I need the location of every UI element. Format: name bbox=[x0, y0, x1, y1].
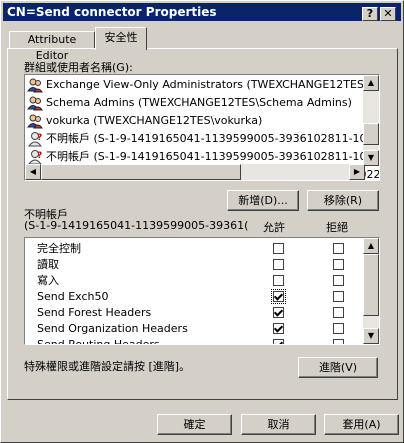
deny-checkbox[interactable] bbox=[333, 339, 344, 344]
principals-list[interactable]: Exchange View-Only Administrators (TWEXC… bbox=[24, 74, 380, 181]
permission-row: Send Forest Headers bbox=[25, 305, 365, 321]
user-group-icon bbox=[27, 113, 43, 129]
dialog-window: CN=Send connector Properties ? ✕ Attribu… bbox=[0, 0, 404, 443]
permission-row: 完全控制 bbox=[25, 241, 365, 257]
add-button[interactable]: 新增(D)... bbox=[227, 190, 299, 211]
hscroll-thumb[interactable] bbox=[41, 164, 241, 180]
advanced-note: 特殊權限或進階設定請按 [進階]。 bbox=[24, 360, 191, 373]
title-bar: CN=Send connector Properties ? ✕ bbox=[3, 3, 401, 21]
permission-label: 讀取 bbox=[37, 258, 59, 271]
tab-security[interactable]: 安全性 bbox=[95, 27, 147, 50]
allow-checkbox[interactable] bbox=[273, 307, 284, 318]
deny-checkbox[interactable] bbox=[333, 323, 344, 334]
principal-label: 不明帳戶 (S-1-9-1419165041-1139599005-393610… bbox=[46, 132, 380, 145]
permission-label: Send Forest Headers bbox=[37, 306, 152, 319]
cancel-button[interactable]: 取消 bbox=[241, 414, 316, 435]
ok-button[interactable]: 確定 bbox=[157, 414, 232, 435]
scroll-left-icon[interactable]: ◀ bbox=[25, 164, 41, 180]
user-group-icon bbox=[27, 95, 43, 111]
help-button[interactable]: ? bbox=[362, 7, 378, 21]
user-group-icon: ? bbox=[27, 131, 43, 147]
permission-row: 寫入 bbox=[25, 273, 365, 289]
deny-checkbox[interactable] bbox=[333, 275, 344, 286]
perm-scroll-up-icon[interactable]: ▲ bbox=[363, 238, 379, 254]
tab-attribute-editor[interactable]: Attribute Editor bbox=[9, 31, 95, 62]
permission-label: Send Exch50 bbox=[37, 290, 109, 303]
permission-label: 完全控制 bbox=[37, 242, 81, 255]
scroll-thumb[interactable] bbox=[363, 123, 379, 145]
scroll-right-icon[interactable]: ▶ bbox=[349, 164, 365, 180]
group-user-label: 群組或使用者名稱(G): bbox=[24, 61, 133, 74]
selected-principal-sid: (S-1-9-1419165041-1139599005-39361( bbox=[24, 219, 249, 232]
permissions-list: 完全控制讀取寫入 Send Exch50 Send Forest Headers Se… bbox=[24, 237, 380, 345]
principal-label: vokurka (TWEXCHANGE12TES\vokurka) bbox=[46, 114, 263, 127]
perm-scroll-down-icon[interactable]: ▼ bbox=[363, 328, 379, 344]
user-group-icon: ? bbox=[27, 149, 43, 165]
allow-checkbox[interactable] bbox=[273, 243, 284, 254]
permission-label: Send Routing Headers bbox=[37, 338, 160, 345]
deny-checkbox[interactable] bbox=[333, 243, 344, 254]
principal-item[interactable]: ? 不明帳戶 (S-1-9-1419165041-1139599005-39361… bbox=[27, 129, 380, 148]
permission-row: Send Organization Headers bbox=[25, 321, 365, 337]
list-vertical-scrollbar[interactable]: ▲ ▼ bbox=[363, 75, 379, 166]
close-button[interactable]: ✕ bbox=[380, 7, 396, 21]
principal-item[interactable]: vokurka (TWEXCHANGE12TES\vokurka) bbox=[27, 111, 262, 130]
deny-checkbox[interactable] bbox=[333, 259, 344, 270]
svg-text:?: ? bbox=[37, 151, 42, 161]
principal-item[interactable]: Schema Admins (TWEXCHANGE12TES\Schema Ad… bbox=[27, 93, 352, 112]
allow-header: 允許 bbox=[263, 221, 285, 234]
svg-text:?: ? bbox=[37, 133, 42, 143]
permission-row: 讀取 bbox=[25, 257, 365, 273]
allow-checkbox[interactable] bbox=[271, 289, 286, 304]
permission-row: Send Routing Headers bbox=[25, 337, 365, 345]
permission-label: Send Organization Headers bbox=[37, 322, 188, 335]
deny-header: 拒絕 bbox=[326, 221, 348, 234]
allow-checkbox[interactable] bbox=[273, 323, 284, 334]
scroll-up-icon[interactable]: ▲ bbox=[363, 75, 379, 91]
user-group-icon bbox=[27, 77, 43, 93]
perm-vertical-scrollbar[interactable]: ▲ ▼ bbox=[363, 238, 379, 344]
advanced-button[interactable]: 進階(V) bbox=[298, 357, 378, 378]
perm-scroll-thumb[interactable] bbox=[363, 254, 379, 316]
principal-label: Schema Admins (TWEXCHANGE12TES\Schema Ad… bbox=[46, 96, 352, 109]
permission-label: 寫入 bbox=[37, 274, 59, 287]
allow-checkbox[interactable] bbox=[273, 275, 284, 286]
deny-checkbox[interactable] bbox=[333, 307, 344, 318]
list-horizontal-scrollbar[interactable]: ◀ ▶ bbox=[25, 164, 365, 180]
window-title: CN=Send connector Properties bbox=[7, 5, 217, 19]
principal-label: 不明帳戶 (S-1-9-1419165041-1139599005-393610… bbox=[46, 150, 380, 163]
deny-checkbox[interactable] bbox=[333, 291, 344, 302]
remove-button[interactable]: 移除(R) bbox=[307, 190, 379, 211]
apply-button[interactable]: 套用(A) bbox=[324, 414, 399, 435]
allow-checkbox[interactable] bbox=[273, 339, 284, 344]
principal-label: Exchange View-Only Administrators (TWEXC… bbox=[46, 78, 380, 91]
principal-item[interactable]: Exchange View-Only Administrators (TWEXC… bbox=[27, 75, 380, 94]
scroll-down-icon[interactable]: ▼ bbox=[363, 150, 379, 166]
allow-checkbox[interactable] bbox=[273, 259, 284, 270]
permission-row: Send Exch50 bbox=[25, 289, 365, 305]
